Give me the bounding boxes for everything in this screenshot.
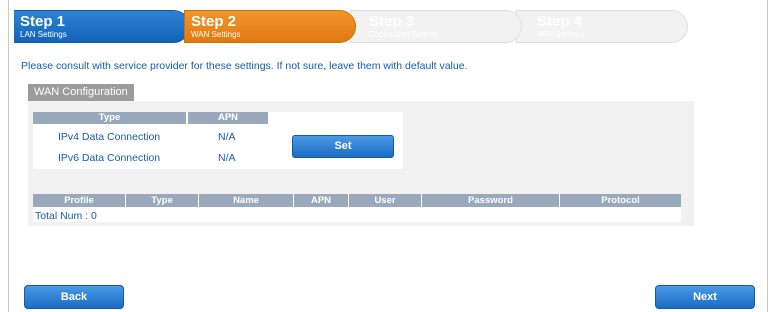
- set-button[interactable]: Set: [292, 135, 394, 158]
- frame-left-border: [8, 0, 9, 312]
- profile-col-type: Type: [126, 194, 198, 207]
- step-2-tab[interactable]: Step 2 WAN Settings: [184, 10, 356, 43]
- ipv4-type: IPv4 Data Connection: [58, 131, 161, 143]
- settings-hint: Please consult with service provider for…: [21, 60, 468, 72]
- frame-right-border: [767, 0, 768, 312]
- step-4-tab: Step 4 WiFi Settings: [516, 10, 688, 43]
- ipv6-type: IPv6 Data Connection: [58, 152, 161, 164]
- profile-col-protocol: Protocol: [560, 194, 681, 207]
- apn-col-apn: APN: [188, 112, 268, 124]
- step-3-tab: Step 3 Connection Setting: [350, 10, 522, 43]
- profile-col-name: Name: [199, 194, 293, 207]
- step-1-title: Step 1: [20, 13, 66, 30]
- profile-col-apn: APN: [294, 194, 348, 207]
- step-4-subtitle: WiFi Settings: [537, 30, 585, 39]
- next-button[interactable]: Next: [655, 285, 755, 309]
- profile-col-user: User: [349, 194, 421, 207]
- profile-table: Profile Type Name APN User Password Prot…: [33, 194, 681, 222]
- step-2-subtitle: WAN Settings: [191, 30, 241, 39]
- wan-config-tab[interactable]: WAN Configuration: [28, 84, 134, 101]
- step-4-title: Step 4: [537, 13, 583, 30]
- step-1-subtitle: LAN Settings: [20, 30, 67, 39]
- step-2-title: Step 2: [191, 13, 237, 30]
- back-button[interactable]: Back: [24, 285, 124, 309]
- ipv4-apn: N/A: [218, 131, 236, 143]
- profile-col-password: Password: [422, 194, 559, 207]
- step-3-subtitle: Connection Setting: [369, 30, 437, 39]
- total-count: Total Num : 0: [35, 210, 97, 222]
- profile-col-profile: Profile: [33, 194, 125, 207]
- step-3-title: Step 3: [369, 13, 415, 30]
- ipv6-apn: N/A: [218, 152, 236, 164]
- apn-col-type: Type: [33, 112, 186, 124]
- wizard-steps: Step 1 LAN Settings Step 4 WiFi Settings…: [14, 10, 688, 44]
- step-1-tab[interactable]: Step 1 LAN Settings: [14, 10, 190, 43]
